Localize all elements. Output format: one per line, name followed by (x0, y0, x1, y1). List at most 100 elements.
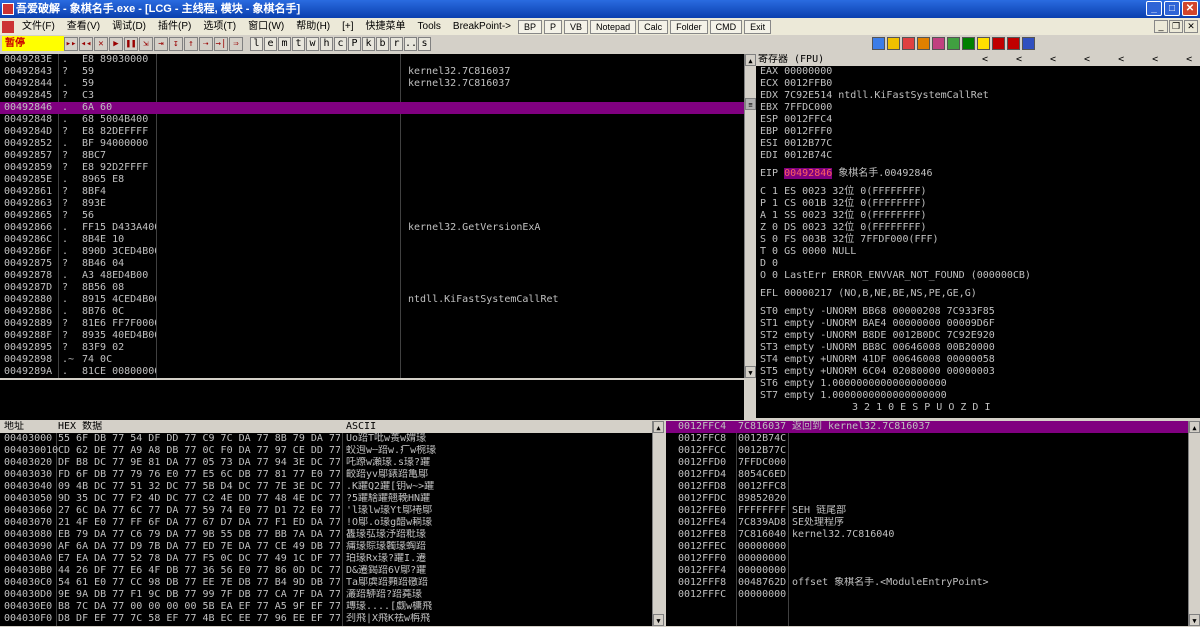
register-line[interactable]: C 1 ES 0023 32位 0(FFFFFFFF) (756, 186, 1200, 198)
register-line[interactable]: EDI 0012B74C (756, 150, 1200, 162)
dump-row[interactable]: 00403070 21 4F E0 77 FF 6F DA 77 67 D7 DA… (0, 517, 664, 529)
stack-row[interactable]: 0012FFD4 8054C6ED (666, 469, 1200, 481)
close-button[interactable]: ✕ (1182, 1, 1198, 16)
register-line[interactable]: ST5 empty +UNORM 6C04 02080000 00000003 (756, 366, 1200, 378)
toolbar-window-button[interactable]: ... (404, 36, 423, 51)
dump-row[interactable]: 004030C0 54 61 E0 77 CC 98 DB 77 EE 7E DB… (0, 577, 664, 589)
disasm-row[interactable]: 00492865?56push esi (0, 210, 744, 222)
memory-dump-pane[interactable]: 地址 HEX 数据 ASCII 00403000 55 6F DB 77 54 D… (0, 421, 664, 626)
stack-row[interactable]: 0012FFD8 0012FFC8 (666, 481, 1200, 493)
disasm-row[interactable]: 00492845?C3retn (0, 90, 744, 102)
mdi-minimize-button[interactable]: _ (1154, 20, 1168, 33)
register-line[interactable]: ST2 empty -UNORM B8DE 0012B0DC 7C92E920 (756, 330, 1200, 342)
disasm-row[interactable]: 0049287D?8B56 08mov edx,dword ptr ds:[es… (0, 282, 744, 294)
scroll-up-icon[interactable]: ▲ (653, 421, 664, 433)
stack-row[interactable]: 0012FFEC 00000000 (666, 541, 1200, 553)
toolbar-window-button[interactable]: P (348, 36, 361, 51)
disasm-row[interactable]: 00492857?8BC7mov eax,edi (0, 150, 744, 162)
dump-scrollbar[interactable]: ▲ ▼ (652, 421, 664, 626)
menu-shortcut-button[interactable]: P (544, 19, 563, 34)
register-line[interactable]: D 0 (756, 258, 1200, 270)
register-line[interactable]: O 0 LastErr ERROR_ENVVAR_NOT_FOUND (0000… (756, 270, 1200, 282)
dump-row[interactable]: 00403060 27 6C DA 77 6C 77 DA 77 59 74 E0… (0, 505, 664, 517)
disasm-row[interactable]: 00492843?59pop ecxkernel32.7C816037 (0, 66, 744, 78)
toolbar-plugin-icon[interactable] (887, 37, 900, 50)
toolbar-button[interactable]: ⇒ (229, 36, 243, 51)
menu-item[interactable]: 帮助(H) (290, 18, 336, 35)
stack-row[interactable]: 0012FFF4 00000000 (666, 565, 1200, 577)
register-line[interactable]: ESP 0012FFC4 (756, 114, 1200, 126)
stack-row[interactable]: 0012FFF8 0048762D offset 象棋名手.<ModuleEntry… (666, 577, 1200, 589)
toolbar-window-button[interactable]: s (418, 36, 431, 51)
register-line[interactable]: A 1 SS 0023 32位 0(FFFFFFFF) (756, 210, 1200, 222)
menu-item[interactable]: 文件(F) (16, 18, 61, 35)
disasm-row[interactable]: 00492895?83F9 02cmp ecx,0x2 (0, 342, 744, 354)
disassembly-scrollbar[interactable]: ▲ ≡ ▼ (744, 54, 756, 378)
toolbar-window-button[interactable]: m (278, 36, 291, 51)
disasm-row[interactable]: 00492886.8B76 0Cmov esi,dword ptr ds:[es… (0, 306, 744, 318)
toolbar-plugin-icon[interactable] (947, 37, 960, 50)
toolbar-plugin-icon[interactable] (872, 37, 885, 50)
toolbar-button[interactable]: ▸▸ (64, 36, 78, 51)
mdi-close-button[interactable]: ✕ (1184, 20, 1198, 33)
disasm-row[interactable]: 00492880.8915 4CED4B00mov dword ptr ds:[… (0, 294, 744, 306)
stack-row[interactable]: 0012FFF0 00000000 (666, 553, 1200, 565)
disasm-row[interactable]: 0049286F.890D 3CED4B00mov dword ptr ds:[… (0, 246, 744, 258)
toolbar-window-button[interactable]: r (390, 36, 403, 51)
menu-item[interactable]: Tools (412, 18, 447, 35)
dump-row[interactable]: 004030E0 B8 7C DA 77 00 00 00 00 5B EA EF… (0, 601, 664, 613)
register-line[interactable]: P 1 CS 001B 32位 0(FFFFFFFF) (756, 198, 1200, 210)
register-line[interactable]: ST7 empty 1.0000000000000000000 (756, 390, 1200, 402)
disasm-row[interactable]: 0049283E.E8 89030000call 象棋名手.00492BCC (0, 54, 744, 66)
menu-shortcut-button[interactable]: BP (518, 19, 543, 34)
toolbar-window-button[interactable]: b (376, 36, 389, 51)
register-line[interactable]: EBX 7FFDC000 (756, 102, 1200, 114)
dump-row[interactable]: 00403030 FD 6F DB 77 79 76 E0 77 E5 6C DB… (0, 469, 664, 481)
mdi-restore-button[interactable]: ❐ (1169, 20, 1183, 33)
register-line[interactable]: ECX 0012FFB0 (756, 78, 1200, 90)
dump-row[interactable]: 004030A0 E7 EA DA 77 52 78 DA 77 F5 0C DC… (0, 553, 664, 565)
disasm-row[interactable]: 00492861?8BF4mov esi,esp (0, 186, 744, 198)
disasm-row[interactable]: 00492889?81E6 FF7F0000and esi,0x7FFF (0, 318, 744, 330)
dump-row[interactable]: 004030010 CD 62 DE 77 A9 A8 DB 77 0C F0 D… (0, 445, 664, 457)
menu-item[interactable]: 快捷菜单 (360, 18, 412, 35)
toolbar-button[interactable]: ⇢ (199, 36, 213, 51)
toolbar-plugin-icon[interactable] (917, 37, 930, 50)
scroll-down-icon[interactable]: ▼ (1189, 614, 1200, 626)
menu-item[interactable]: 选项(T) (197, 18, 242, 35)
registers-nav-arrows[interactable]: <<<<<<< (982, 54, 1200, 66)
register-line[interactable]: ESI 0012B77C (756, 138, 1200, 150)
dump-row[interactable]: 00403000 55 6F DB 77 54 DF DD 77 C9 7C DA… (0, 433, 664, 445)
scroll-up-icon[interactable]: ▲ (1189, 421, 1200, 433)
toolbar-plugin-icon[interactable] (962, 37, 975, 50)
scroll-thumb[interactable]: ≡ (745, 98, 756, 110)
dump-row[interactable]: 00403080 EB 79 DA 77 C6 79 DA 77 9B 55 DB… (0, 529, 664, 541)
menu-item[interactable]: 调试(D) (106, 18, 152, 35)
toolbar-plugin-icon[interactable] (932, 37, 945, 50)
dump-row[interactable]: 00403020 DF B8 DC 77 9E 81 DA 77 05 73 DA… (0, 457, 664, 469)
register-line[interactable]: Z 0 DS 0023 32位 0(FFFFFFFF) (756, 222, 1200, 234)
disasm-row[interactable]: 00492844.59pop ecxkernel32.7C816037 (0, 78, 744, 90)
disassembly-pane[interactable]: 0049283E.E8 89030000call 象棋名手.00492BCC00… (0, 54, 744, 378)
toolbar-button[interactable]: →| (214, 36, 228, 51)
menu-shortcut-button[interactable]: Exit (744, 19, 772, 34)
disasm-row[interactable]: 00492863?893Emov dword ptr ds:[esi],edi (0, 198, 744, 210)
disasm-row[interactable]: 0049288F?8935 40ED4B00mov dword ptr ds:[… (0, 330, 744, 342)
register-line[interactable]: EAX 00000000 (756, 66, 1200, 78)
registers-pane[interactable]: 寄存器 (FPU) <<<<<<< EAX 00000000 ECX 0012FF… (756, 54, 1200, 418)
dump-row[interactable]: 00403050 9D 35 DC 77 F2 4D DC 77 C2 4E DD… (0, 493, 664, 505)
register-line[interactable]: ST3 empty -UNORM BB8C 00646008 00B20000 (756, 342, 1200, 354)
menu-item[interactable]: 插件(P) (152, 18, 197, 35)
disasm-row[interactable]: 00492878.A3 48ED4B00mov dword ptr ds:[0x… (0, 270, 744, 282)
stack-row[interactable]: 0012FFD0 7FFDC000 (666, 457, 1200, 469)
minimize-button[interactable]: _ (1146, 1, 1162, 16)
disasm-row[interactable]: 0049285E.8965 E8mov dword ptr ss:[ebp-0x… (0, 174, 744, 186)
toolbar-window-button[interactable]: h (320, 36, 333, 51)
toolbar-window-button[interactable]: l (250, 36, 263, 51)
toolbar-plugin-icon[interactable] (977, 37, 990, 50)
menu-shortcut-button[interactable]: CMD (709, 19, 743, 34)
register-line[interactable]: EDX 7C92E514 ntdll.KiFastSystemCallRet (756, 90, 1200, 102)
stack-row[interactable]: 0012FFE8 7C816040 kernel32.7C816040 (666, 529, 1200, 541)
stack-row[interactable]: 0012FFFC 00000000 (666, 589, 1200, 601)
toolbar-plugin-icon[interactable] (1007, 37, 1020, 50)
